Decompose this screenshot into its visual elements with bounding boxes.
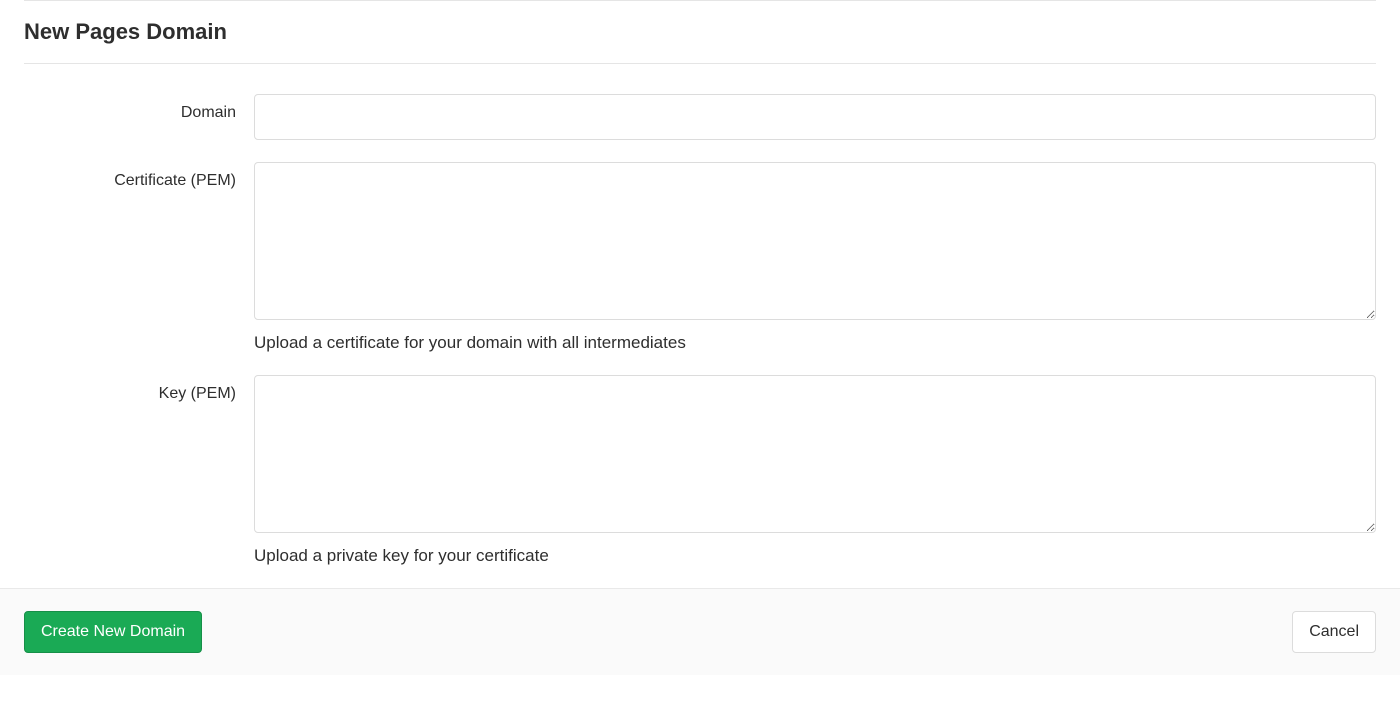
key-textarea[interactable] <box>254 375 1376 533</box>
certificate-form-group: Certificate (PEM) Upload a certificate f… <box>24 162 1376 353</box>
certificate-help-text: Upload a certificate for your domain wit… <box>254 333 1376 353</box>
certificate-label: Certificate (PEM) <box>24 162 254 190</box>
form-footer: Create New Domain Cancel <box>0 588 1400 675</box>
domain-input[interactable] <box>254 94 1376 140</box>
domain-form-group: Domain <box>24 94 1376 140</box>
domain-label: Domain <box>24 94 254 122</box>
key-label: Key (PEM) <box>24 375 254 403</box>
certificate-textarea[interactable] <box>254 162 1376 320</box>
key-help-text: Upload a private key for your certificat… <box>254 546 1376 566</box>
create-new-domain-button[interactable]: Create New Domain <box>24 611 202 653</box>
key-form-group: Key (PEM) Upload a private key for your … <box>24 375 1376 566</box>
page-title: New Pages Domain <box>24 19 1376 63</box>
cancel-button[interactable]: Cancel <box>1292 611 1376 653</box>
